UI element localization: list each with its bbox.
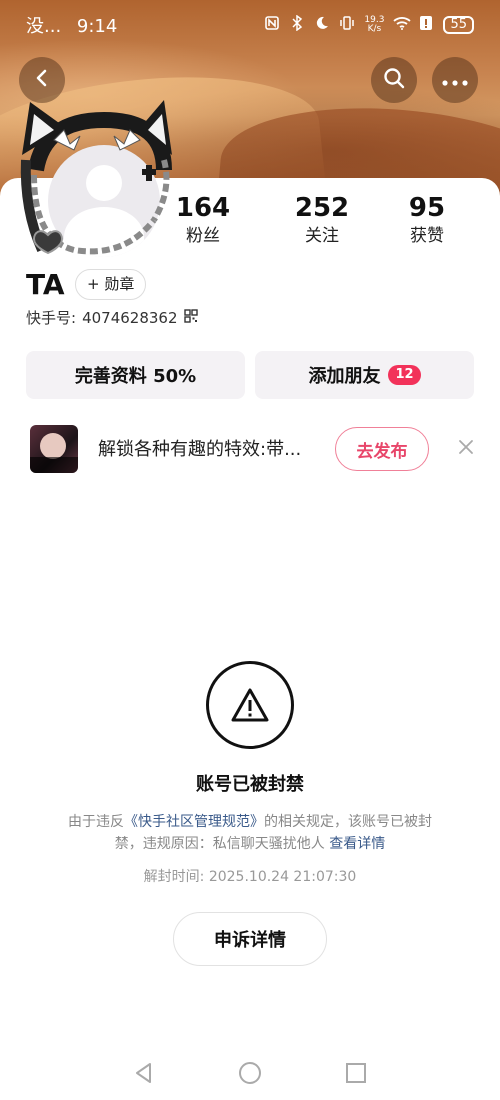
view-details-link[interactable]: 查看详情 xyxy=(329,836,385,852)
complete-profile-button[interactable]: 完善资料 50% xyxy=(26,351,245,399)
ban-desc-prefix: 由于违反 xyxy=(68,814,124,830)
clock: 9:14 xyxy=(76,16,118,37)
status-right: 19.3 K/s 55 xyxy=(264,14,474,35)
publish-button[interactable]: 去发布 xyxy=(335,427,429,471)
wifi-icon xyxy=(393,16,412,34)
warning-icon xyxy=(206,661,294,749)
nav-recents-icon[interactable] xyxy=(343,1060,369,1086)
promo-text[interactable]: 解锁各种有趣的特效:带... xyxy=(98,438,323,462)
chevron-left-icon xyxy=(32,68,52,92)
nav-home-icon[interactable] xyxy=(237,1060,263,1086)
followers-stat[interactable]: 164 粉丝 xyxy=(158,192,248,248)
more-horizontal-icon xyxy=(442,71,468,90)
appeal-details-button[interactable]: 申诉详情 xyxy=(173,912,327,966)
promo-thumbnail-band xyxy=(30,457,78,473)
do-not-disturb-moon-icon xyxy=(314,16,330,34)
ban-title: 账号已被封禁 xyxy=(196,774,304,795)
search-icon xyxy=(383,67,405,93)
add-badge-button[interactable]: + 勋章 xyxy=(75,269,147,300)
qr-code-icon[interactable] xyxy=(183,307,198,329)
uid-label: 快手号: xyxy=(26,309,77,327)
user-id-row[interactable]: 快手号: 4074628362 xyxy=(26,307,198,329)
username: TA xyxy=(26,268,65,301)
promo-thumbnail-face xyxy=(40,433,66,459)
search-button[interactable] xyxy=(371,57,417,103)
status-left: 没... 9:14 xyxy=(26,12,264,38)
nav-back-icon[interactable] xyxy=(131,1060,157,1086)
system-navigation-bar xyxy=(0,1046,500,1100)
back-button[interactable] xyxy=(19,57,65,103)
community-rules-link[interactable]: 《快手社区管理规范》 xyxy=(124,814,264,830)
avatar-cat-ear-frame xyxy=(20,100,172,255)
friend-request-count-badge: 12 xyxy=(388,365,421,385)
following-label: 关注 xyxy=(305,226,339,246)
unban-time-value: 2025.10.24 21:07:30 xyxy=(208,869,357,885)
likes-label: 获赞 xyxy=(410,226,444,246)
unban-time-row: 解封时间: 2025.10.24 21:07:30 xyxy=(0,866,500,888)
add-friends-button[interactable]: 添加朋友 12 xyxy=(255,351,474,399)
add-friends-label: 添加朋友 xyxy=(308,366,381,387)
network-speed: 19.3 K/s xyxy=(364,16,384,34)
followers-count: 164 xyxy=(175,193,231,223)
carrier-text: 没... xyxy=(26,16,62,37)
followers-label: 粉丝 xyxy=(186,226,220,246)
promo-thumbnail[interactable] xyxy=(30,425,78,473)
more-button[interactable] xyxy=(432,57,478,103)
nfc-icon xyxy=(264,16,280,34)
bluetooth-icon xyxy=(289,14,305,35)
battery-indicator: 55 xyxy=(443,16,474,34)
status-bar: 没... 9:14 19.3 K/s 55 xyxy=(0,0,500,50)
close-icon[interactable] xyxy=(453,436,479,462)
network-speed-unit: K/s xyxy=(367,24,382,34)
unban-label: 解封时间: xyxy=(143,869,205,885)
likes-count: 95 xyxy=(408,193,446,223)
vibrate-icon xyxy=(339,16,355,34)
following-count: 252 xyxy=(294,193,350,223)
alert-icon xyxy=(418,16,434,34)
following-stat[interactable]: 252 关注 xyxy=(277,192,367,248)
uid-value: 4074628362 xyxy=(82,309,178,327)
complete-profile-label: 完善资料 50% xyxy=(74,366,197,387)
likes-stat[interactable]: 95 获赞 xyxy=(382,192,472,248)
avatar[interactable] xyxy=(14,100,180,270)
ban-description: 由于违反《快手社区管理规范》的相关规定，该账号已被封禁，违规原因：私信聊天骚扰他… xyxy=(55,811,445,855)
